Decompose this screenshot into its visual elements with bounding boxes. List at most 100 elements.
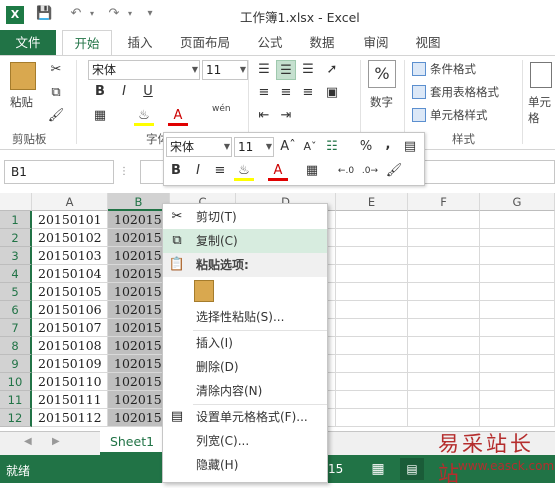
borders-icon[interactable]: ▦	[90, 106, 110, 126]
column-header-a[interactable]: A	[32, 193, 108, 211]
sheet-prev-icon[interactable]: ◀	[24, 436, 32, 447]
number-group-button[interactable]: 数字	[370, 94, 393, 110]
cell-a[interactable]: 20150112	[32, 409, 108, 427]
cell-g[interactable]	[480, 391, 555, 409]
cell-a[interactable]: 20150102	[32, 229, 108, 247]
conditional-format-button[interactable]: 条件格式	[430, 61, 476, 77]
cell-a[interactable]: 20150101	[32, 211, 108, 229]
row-header[interactable]: 9	[0, 355, 32, 373]
tab-review[interactable]: 审阅	[356, 30, 396, 55]
cell-e[interactable]	[336, 247, 408, 265]
mini-format-painter-icon[interactable]: 🖌	[384, 161, 404, 181]
cell-f[interactable]	[408, 265, 480, 283]
row-header[interactable]: 4	[0, 265, 32, 283]
mini-align-center-icon[interactable]: ≡	[210, 161, 230, 181]
cell-e[interactable]	[336, 265, 408, 283]
mini-font-color-icon[interactable]: A	[268, 161, 288, 181]
grow-font-icon[interactable]: Aˆ	[278, 137, 298, 157]
cell-f[interactable]	[408, 301, 480, 319]
menu-item-paste-special[interactable]: 选择性粘贴(S)...	[163, 305, 327, 329]
cell-e[interactable]	[336, 301, 408, 319]
cell-a[interactable]: 20150109	[32, 355, 108, 373]
cell-e[interactable]	[336, 355, 408, 373]
row-header[interactable]: 3	[0, 247, 32, 265]
cell-g[interactable]	[480, 319, 555, 337]
cell-g[interactable]	[480, 373, 555, 391]
orientation-icon[interactable]: ➚	[322, 60, 342, 80]
menu-item-copy[interactable]: 复制(C)	[163, 229, 327, 253]
tab-page-layout[interactable]: 页面布局	[172, 30, 238, 55]
align-top-icon[interactable]: ☰	[254, 60, 274, 80]
cell-a[interactable]: 20150108	[32, 337, 108, 355]
underline-icon[interactable]: U	[138, 82, 158, 102]
align-middle-icon[interactable]: ☰	[276, 60, 296, 80]
cell-g[interactable]	[480, 247, 555, 265]
font-name-combo[interactable]: 宋体 ▼	[88, 60, 200, 80]
row-header[interactable]: 11	[0, 391, 32, 409]
menu-item-format-cells[interactable]: 设置单元格格式(F)...	[163, 405, 327, 429]
cell-a[interactable]: 20150103	[32, 247, 108, 265]
cell-f[interactable]	[408, 247, 480, 265]
format-painter-icon[interactable]: 🖌	[46, 106, 66, 126]
cell-g[interactable]	[480, 301, 555, 319]
save-icon[interactable]: 💾	[36, 6, 52, 22]
cell-g[interactable]	[480, 355, 555, 373]
row-header[interactable]: 6	[0, 301, 32, 319]
cell-b[interactable]: 1020150	[108, 355, 170, 373]
cell-b[interactable]: 1020150	[108, 337, 170, 355]
cell-b[interactable]: 1020150	[108, 301, 170, 319]
menu-item-clear-contents[interactable]: 清除内容(N)	[163, 379, 327, 403]
cell-e[interactable]	[336, 229, 408, 247]
cell-b[interactable]: 1020150	[108, 211, 170, 229]
number-format-icon[interactable]: %	[368, 60, 396, 88]
select-all-corner[interactable]	[0, 193, 32, 211]
cell-e[interactable]	[336, 409, 408, 427]
fill-color-icon[interactable]: ♨	[134, 106, 154, 126]
cell-e[interactable]	[336, 337, 408, 355]
cut-icon[interactable]: ✂	[46, 60, 66, 80]
cell-f[interactable]	[408, 391, 480, 409]
cell-a[interactable]: 20150107	[32, 319, 108, 337]
bold-icon[interactable]: B	[90, 82, 110, 102]
mini-fill-color-icon[interactable]: ♨	[234, 161, 254, 181]
table-format-button[interactable]: 套用表格格式	[430, 84, 499, 100]
align-right-icon[interactable]: ≡	[298, 83, 318, 103]
row-header[interactable]: 2	[0, 229, 32, 247]
cell-style-button[interactable]: 单元格样式	[430, 107, 488, 123]
cell-f[interactable]	[408, 355, 480, 373]
mini-bold-icon[interactable]: B	[166, 161, 186, 181]
row-header[interactable]: 10	[0, 373, 32, 391]
copy-icon[interactable]: ⧉	[46, 83, 66, 103]
more-options-icon[interactable]: ⋮	[119, 166, 129, 177]
align-center-icon[interactable]: ≡	[276, 83, 296, 103]
column-header-f[interactable]: F	[408, 193, 480, 211]
menu-item-delete[interactable]: 删除(D)	[163, 355, 327, 379]
cell-a[interactable]: 20150111	[32, 391, 108, 409]
increase-decimal-icon[interactable]: ←.0	[336, 161, 356, 181]
italic-icon[interactable]: I	[114, 82, 134, 102]
cell-b[interactable]: 1020150	[108, 319, 170, 337]
cell-g[interactable]	[480, 283, 555, 301]
cell-a[interactable]: 20150110	[32, 373, 108, 391]
cell-b[interactable]: 1020150	[108, 265, 170, 283]
cell-e[interactable]	[336, 211, 408, 229]
cell-b[interactable]: 1020150	[108, 391, 170, 409]
align-left-icon[interactable]: ≡	[254, 83, 274, 103]
tab-home[interactable]: 开始	[62, 30, 112, 55]
redo-icon[interactable]: ↷	[106, 6, 122, 22]
cell-f[interactable]	[408, 373, 480, 391]
column-header-b[interactable]: B	[108, 193, 170, 211]
cells-group-button[interactable]: 单元格	[528, 94, 555, 126]
sheet-next-icon[interactable]: ▶	[52, 436, 60, 447]
tab-file[interactable]: 文件	[0, 30, 56, 55]
column-header-e[interactable]: E	[336, 193, 408, 211]
menu-item-cut[interactable]: 剪切(T)	[163, 205, 327, 229]
menu-item-insert[interactable]: 插入(I)	[163, 331, 327, 355]
cells-icon[interactable]	[530, 62, 552, 88]
phonetic-guide-icon[interactable]: wén	[212, 104, 231, 114]
font-size-combo[interactable]: 11 ▼	[202, 60, 248, 80]
cell-e[interactable]	[336, 373, 408, 391]
cell-g[interactable]	[480, 211, 555, 229]
cell-b[interactable]: 1020150	[108, 283, 170, 301]
customize-qat-icon[interactable]: ▾	[142, 6, 158, 22]
